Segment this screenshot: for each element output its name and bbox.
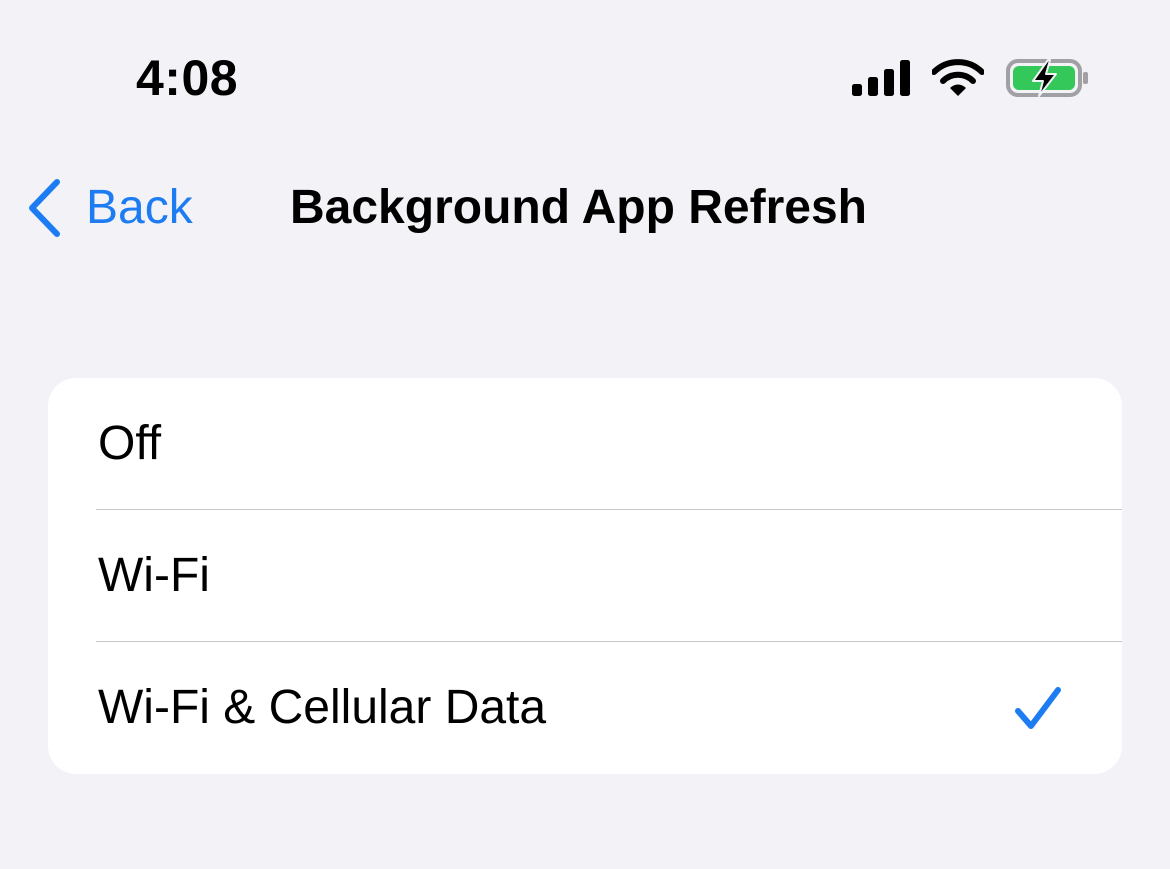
battery-charging-icon [1006, 58, 1090, 98]
option-label: Wi-Fi [98, 549, 210, 602]
cellular-signal-icon [852, 60, 910, 96]
option-label: Wi-Fi & Cellular Data [98, 681, 547, 734]
navigation-bar: Back Background App Refresh [0, 160, 1170, 256]
back-label: Back [86, 181, 193, 234]
option-off[interactable]: Off [48, 378, 1122, 510]
wifi-icon [932, 59, 984, 97]
status-time: 4:08 [136, 50, 239, 106]
option-wifi-cellular[interactable]: Wi-Fi & Cellular Data [48, 642, 1122, 774]
option-wifi[interactable]: Wi-Fi [48, 510, 1122, 642]
refresh-options-list: Off Wi-Fi Wi-Fi & Cellular Data [48, 378, 1122, 774]
option-label: Off [98, 417, 162, 470]
checkmark-icon [1014, 686, 1062, 732]
chevron-left-icon [26, 178, 62, 238]
status-icons [852, 56, 1090, 100]
back-button[interactable]: Back [26, 178, 193, 238]
status-bar: 4:08 [0, 0, 1170, 150]
page-title: Background App Refresh [290, 181, 867, 234]
